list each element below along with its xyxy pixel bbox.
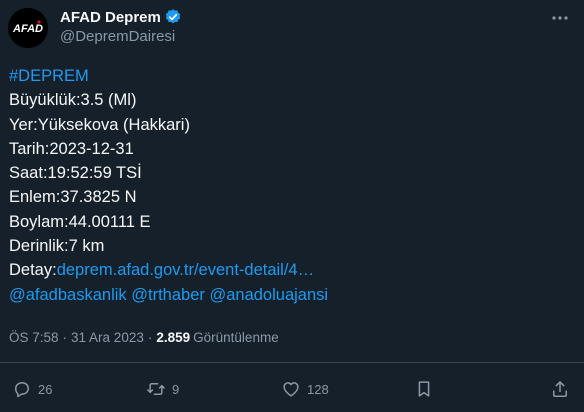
bookmark-button[interactable] [414,372,434,406]
share-icon [553,381,567,397]
tweet-text: #DEPREM Büyüklük:3.5 (Ml) Yer:Yüksekova … [9,64,328,307]
mention-link[interactable]: @anadoluajansi [209,286,328,304]
tweet-date[interactable]: 31 Ara 2023 [71,330,144,345]
share-button[interactable] [550,372,570,406]
bookmark-icon [418,381,430,397]
like-button[interactable]: 128 [281,372,329,406]
reply-button[interactable]: 26 [12,372,52,406]
avatar[interactable]: AFAD [8,8,48,48]
mentions-line: @afadbaskanlik @trthaber @anadoluajansi [9,283,328,307]
tweet-card: AFAD AFAD Deprem @DepremDairesi #DEPREM … [0,0,584,412]
detail-label: Detay: [9,261,57,280]
more-options-icon[interactable] [546,6,574,30]
author-handle[interactable]: @DepremDairesi [60,28,175,45]
hashtag-link[interactable]: #DEPREM [9,67,89,85]
latitude-line: Enlem:37.3825 N [9,188,137,207]
tweet-meta: ÖS 7:58 · 31 Ara 2023 · 2.859 Görüntülen… [9,330,279,345]
like-count: 128 [307,381,329,397]
views-label: Görüntülenme [193,330,279,345]
divider [0,362,584,363]
meta-separator: · [62,330,68,345]
magnitude-line: Büyüklük:3.5 (Ml) [9,91,137,110]
retweet-button[interactable]: 9 [146,372,179,406]
verified-badge-icon [164,8,182,26]
author-display-name[interactable]: AFAD Deprem [60,9,161,26]
tweet-time[interactable]: ÖS 7:58 [9,330,59,345]
detail-line: Detay:deprem.afad.gov.tr/event-detail/4… [9,258,328,282]
afad-logo-icon: AFAD [8,8,48,48]
like-icon [283,382,299,397]
reply-icon [15,382,29,398]
mention-link[interactable]: @trthaber [131,286,205,304]
retweet-icon [147,383,165,395]
location-line: Yer:Yüksekova (Hakkari) [9,115,190,134]
author-name-row: AFAD Deprem [60,8,182,26]
mention-link[interactable]: @afadbaskanlik [9,286,127,304]
depth-line: Derinlik:7 km [9,237,105,256]
longitude-line: Boylam:44.00111 E [9,212,151,231]
reply-count: 26 [38,381,53,397]
svg-text:AFAD: AFAD [12,23,43,35]
date-line: Tarih:2023-12-31 [9,139,134,158]
retweet-count: 9 [172,381,180,397]
time-line: Saat:19:52:59 TSİ [9,164,142,183]
action-bar: 26 9 128 [0,372,584,406]
meta-separator: · [147,330,153,345]
detail-link[interactable]: deprem.afad.gov.tr/event-detail/4… [57,261,314,279]
views-count: 2.859 [156,330,191,345]
